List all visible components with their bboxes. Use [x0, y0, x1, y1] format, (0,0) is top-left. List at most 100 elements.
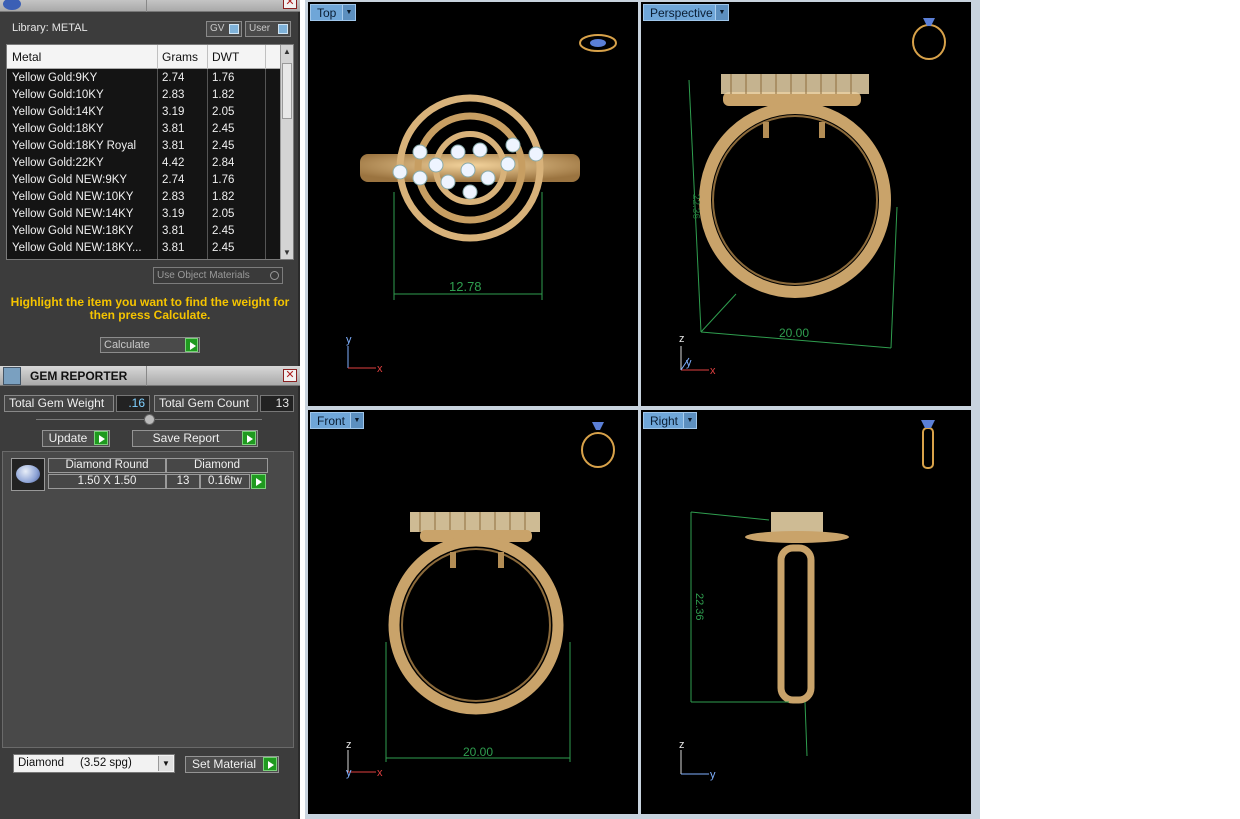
metal-table-row[interactable]: Yellow Gold:22KY 4.42 2.84 [7, 155, 281, 172]
dwt-cell: 1.82 [212, 191, 235, 203]
use-object-materials-checkbox[interactable]: Use Object Materials [153, 267, 283, 284]
grams-cell: 3.81 [162, 140, 185, 152]
front-axis-gizmo: z y x [346, 739, 383, 779]
grams-cell: 2.83 [162, 89, 185, 101]
tab-top[interactable]: Top ▼ [310, 4, 356, 21]
metal-table-row[interactable]: Yellow Gold NEW:18KY... 3.81 2.45 [7, 240, 281, 257]
metal-name-cell: Yellow Gold:22KY [12, 157, 104, 169]
gem-reporter-titlebar: GEM REPORTER ✕ [0, 366, 300, 386]
svg-text:z: z [346, 739, 352, 751]
top-dimension-label: 12.78 [449, 279, 482, 294]
tab-right[interactable]: Right ▼ [643, 412, 697, 429]
save-report-button[interactable]: Save Report [132, 430, 258, 447]
top-ring-thumbnail-icon [579, 34, 617, 52]
viewport-top[interactable]: 12.78 y x Top ▼ [308, 2, 638, 406]
grams-cell: 2.74 [162, 174, 185, 186]
user-toggle-label: User [249, 23, 271, 34]
gem-count: 13 [166, 474, 200, 489]
metal-table-scrollbar[interactable]: ▲ ▼ [280, 45, 293, 259]
tab-front[interactable]: Front ▼ [310, 412, 364, 429]
metal-table-row[interactable]: Yellow Gold:14KY 3.19 2.05 [7, 104, 281, 121]
total-gem-weight-label: Total Gem Weight [4, 395, 114, 412]
material-select-value: Diamond (3.52 spg) [18, 757, 132, 769]
calculate-button[interactable]: Calculate [100, 337, 200, 353]
gv-toggle[interactable]: GV [206, 21, 242, 37]
dwt-cell: 2.05 [212, 208, 235, 220]
gem-reporter-close-button[interactable]: ✕ [283, 369, 297, 382]
perspective-vertical-dimension-label: 22.36 [690, 194, 701, 219]
metal-name-cell: Yellow Gold NEW:14KY [12, 208, 134, 220]
metal-table-row[interactable]: Yellow Gold NEW:18KY 3.81 2.45 [7, 223, 281, 240]
set-material-button[interactable]: Set Material [185, 756, 279, 773]
tab-perspective[interactable]: Perspective ▼ [643, 4, 729, 21]
grams-cell: 3.19 [162, 208, 185, 220]
chevron-down-icon[interactable]: ▼ [342, 5, 355, 20]
front-view-render: 20.00 z y x [346, 422, 615, 779]
right-axis-gizmo: z y [679, 739, 716, 781]
dwt-cell: 1.76 [212, 72, 235, 84]
perspective-ring-thumbnail-icon [912, 18, 946, 60]
gem-material: Diamond [166, 458, 268, 473]
viewport-perspective[interactable]: 20.00 22.36 z y x Perspective ▼ [641, 2, 971, 406]
update-button[interactable]: Update [42, 430, 110, 447]
metal-name-cell: Yellow Gold NEW:10KY [12, 191, 134, 203]
left-panel: ✕ Library: METAL GV User Metal Grams DWT… [0, 0, 300, 819]
column-header-metal[interactable]: Metal [12, 50, 41, 64]
metal-name-cell: Yellow Gold NEW:9KY [12, 174, 128, 186]
splitter-knob-icon[interactable] [144, 414, 155, 425]
viewport-front[interactable]: 20.00 z y x Front ▼ [308, 410, 638, 814]
total-gem-count-value: 13 [260, 395, 294, 412]
gem-size: 1.50 X 1.50 [48, 474, 166, 489]
calculate-label: Calculate [104, 339, 150, 351]
gem-details-button[interactable] [251, 474, 266, 489]
grams-cell: 3.81 [162, 225, 185, 237]
right-view-render: 22.36 z y [679, 420, 935, 781]
grams-cell: 3.81 [162, 123, 185, 135]
metal-table-row[interactable]: Yellow Gold:18KY 3.81 2.45 [7, 121, 281, 138]
material-select[interactable]: Diamond (3.52 spg) ▼ [13, 754, 175, 773]
chevron-down-icon[interactable]: ▼ [715, 5, 728, 20]
metal-name-cell: Yellow Gold:9KY [12, 72, 98, 84]
save-report-go-icon [242, 431, 256, 445]
gem-shape: Diamond Round [48, 458, 166, 473]
metal-panel-close-button[interactable]: ✕ [283, 0, 297, 9]
splitter-handle[interactable] [36, 414, 262, 425]
column-header-grams[interactable]: Grams [162, 50, 198, 64]
metal-name-cell: Yellow Gold:14KY [12, 106, 104, 118]
column-header-dwt[interactable]: DWT [212, 50, 239, 64]
perspective-axis-gizmo: z y x [679, 333, 716, 377]
total-gem-count-label: Total Gem Count [154, 395, 258, 412]
viewport-right[interactable]: 22.36 z y Right ▼ [641, 410, 971, 814]
right-ring-thumbnail-icon [921, 420, 935, 469]
chevron-down-icon[interactable]: ▼ [683, 413, 696, 428]
scroll-thumb[interactable] [282, 63, 292, 119]
tab-front-label: Front [317, 414, 346, 428]
dwt-cell: 2.45 [212, 225, 235, 237]
metal-table-row[interactable]: Yellow Gold:9KY 2.74 1.76 [7, 70, 281, 87]
user-toggle[interactable]: User [245, 21, 291, 37]
svg-text:y: y [346, 767, 352, 779]
gem-reporter-title: GEM REPORTER [30, 369, 128, 383]
chevron-down-icon[interactable]: ▼ [350, 413, 363, 428]
dwt-cell: 2.05 [212, 106, 235, 118]
gem-list: Diamond Round Diamond 1.50 X 1.50 13 0.1… [2, 451, 294, 748]
front-dimension-label: 20.00 [463, 745, 493, 759]
grams-cell: 2.74 [162, 72, 185, 84]
metal-table-row[interactable]: Yellow Gold NEW:9KY 2.74 1.76 [7, 172, 281, 189]
svg-text:z: z [679, 333, 685, 345]
metal-name-cell: Yellow Gold:18KY [12, 123, 104, 135]
scroll-down-icon[interactable]: ▼ [283, 248, 291, 257]
metal-table-row[interactable]: Yellow Gold NEW:14KY 3.19 2.05 [7, 206, 281, 223]
metal-table-row[interactable]: Yellow Gold NEW:10KY 2.83 1.82 [7, 189, 281, 206]
chevron-down-icon[interactable]: ▼ [158, 756, 173, 771]
dwt-cell: 1.82 [212, 89, 235, 101]
metal-name-cell: Yellow Gold:10KY [12, 89, 104, 101]
metal-table-row[interactable]: Yellow Gold:18KY Royal 3.81 2.45 [7, 138, 281, 155]
tab-right-label: Right [650, 414, 679, 428]
update-label: Update [48, 431, 88, 445]
metal-table-row[interactable]: Yellow Gold:10KY 2.83 1.82 [7, 87, 281, 104]
scroll-up-icon[interactable]: ▲ [283, 47, 291, 56]
grams-cell: 3.19 [162, 106, 185, 118]
calculate-hint: Highlight the item you want to find the … [10, 295, 290, 322]
perspective-view-render: 20.00 22.36 z y x [679, 18, 946, 377]
